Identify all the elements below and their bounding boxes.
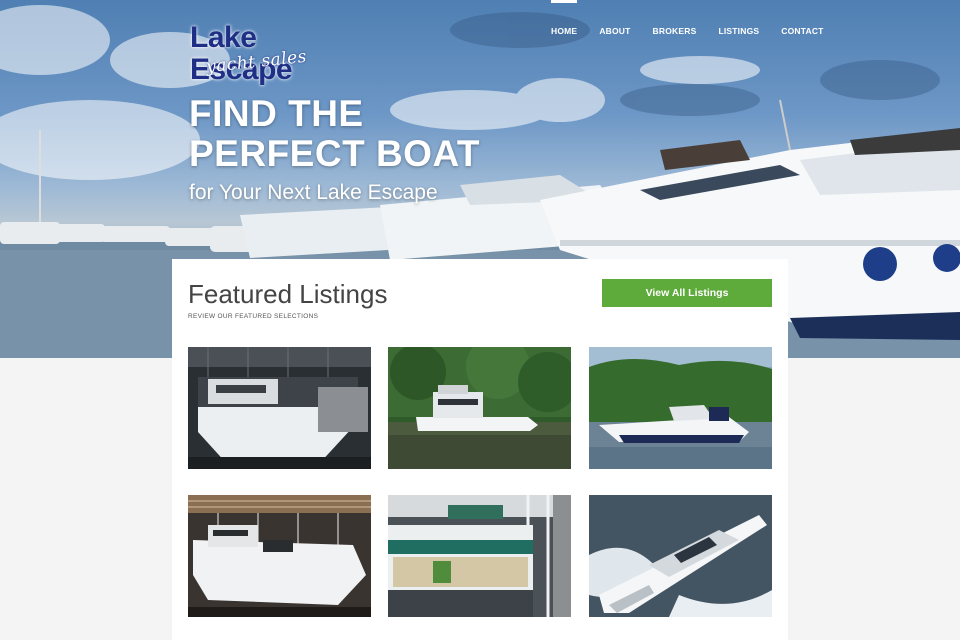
main-nav: HOME ABOUT BROKERS LISTINGS CONTACT bbox=[540, 0, 835, 40]
yacht-photo-icon bbox=[388, 495, 571, 617]
listing-thumbnail[interactable] bbox=[589, 347, 772, 469]
listing-thumbnail[interactable] bbox=[388, 495, 571, 617]
yacht-photo-icon bbox=[589, 495, 772, 617]
brand-logo[interactable]: Lake Escape yacht sales bbox=[190, 22, 350, 86]
hero-title-line2: PERFECT BOAT bbox=[189, 133, 481, 174]
yacht-photo-icon bbox=[589, 347, 772, 469]
view-all-listings-button[interactable]: View All Listings bbox=[602, 279, 772, 307]
featured-subtitle: REVIEW OUR FEATURED SELECTIONS bbox=[188, 313, 319, 320]
hero-title-line1: FIND THE bbox=[189, 93, 364, 134]
nav-listings[interactable]: LISTINGS bbox=[707, 0, 770, 40]
listing-thumbnail[interactable] bbox=[188, 347, 371, 469]
nav-home[interactable]: HOME bbox=[540, 0, 588, 40]
hero-title: FIND THE PERFECT BOAT bbox=[189, 94, 529, 174]
listing-thumbnail[interactable] bbox=[188, 495, 371, 617]
nav-contact[interactable]: CONTACT bbox=[770, 0, 834, 40]
hero-subtitle: for Your Next Lake Escape bbox=[189, 181, 438, 204]
featured-listings-panel: Featured Listings REVIEW OUR FEATURED SE… bbox=[172, 259, 788, 640]
nav-brokers[interactable]: BROKERS bbox=[642, 0, 708, 40]
yacht-photo-icon bbox=[188, 495, 371, 617]
yacht-photo-icon bbox=[188, 347, 371, 469]
nav-about[interactable]: ABOUT bbox=[588, 0, 641, 40]
yacht-photo-icon bbox=[388, 347, 571, 469]
featured-title: Featured Listings bbox=[188, 279, 388, 309]
listing-thumbnail[interactable] bbox=[388, 347, 571, 469]
listing-thumbnail[interactable] bbox=[589, 495, 772, 617]
